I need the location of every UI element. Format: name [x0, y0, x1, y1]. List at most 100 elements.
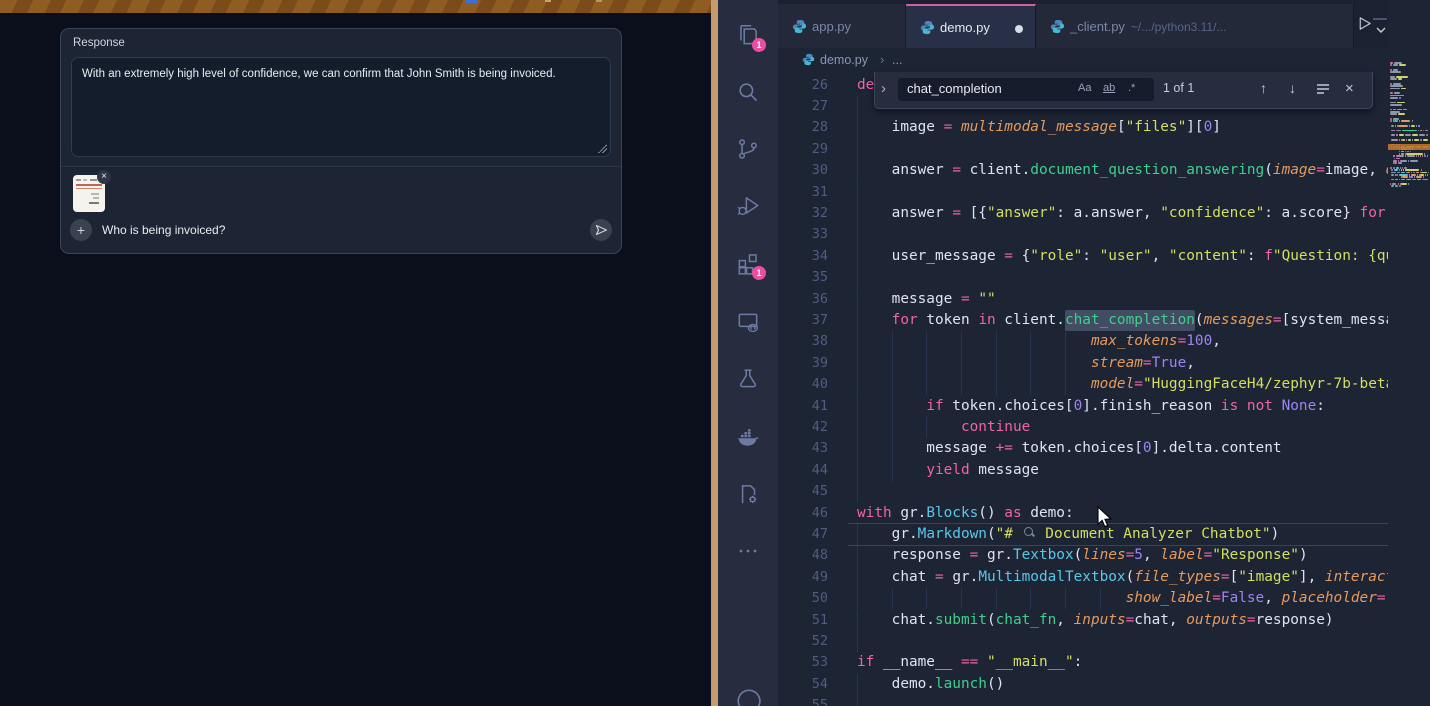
chat-input-text[interactable]: Who is being invoiced? — [102, 223, 225, 237]
minimap-line — [1410, 176, 1413, 178]
code-line-41[interactable]: if token.choices[0].finish_reason is not… — [857, 396, 1325, 417]
line-number[interactable]: 37 — [792, 310, 828, 331]
minimap-line — [1407, 172, 1410, 174]
line-number[interactable]: 40 — [792, 374, 828, 395]
find-toggle-replace-chevron[interactable]: › — [881, 80, 886, 97]
code-line-28[interactable]: image = multimodal_message["files"][0] — [857, 117, 1221, 138]
activity-account-icon[interactable] — [735, 687, 761, 706]
code-line-53[interactable]: if __name__ == "__main__": — [857, 652, 1082, 673]
modified-dot-icon[interactable] — [1015, 25, 1023, 33]
line-number[interactable]: 33 — [792, 224, 828, 245]
line-number[interactable]: 51 — [792, 610, 828, 631]
line-number[interactable]: 36 — [792, 289, 828, 310]
line-number[interactable]: 29 — [792, 139, 828, 160]
code-line-30[interactable]: answer = client.document_question_answer… — [857, 160, 1388, 181]
minimap[interactable] — [1388, 0, 1430, 706]
code-line-32[interactable]: answer = [{"answer": a.answer, "confiden… — [857, 203, 1388, 224]
line-number[interactable]: 44 — [792, 460, 828, 481]
breadcrumb-file[interactable]: demo.py — [820, 53, 868, 67]
find-close-button[interactable]: × — [1345, 80, 1354, 97]
activity-source-control-icon[interactable] — [735, 136, 761, 162]
code-line-49[interactable]: chat = gr.MultimodalTextbox(file_types=[… — [857, 567, 1388, 588]
line-number[interactable]: 41 — [792, 396, 828, 417]
code-line-50[interactable]: show_label=False, placeholder= — [857, 588, 1386, 609]
activity-run-and-debug-icon[interactable] — [735, 193, 761, 219]
line-number[interactable]: 47 — [792, 524, 828, 545]
activity-remote-explorer-icon[interactable] — [735, 309, 761, 335]
minimap-line — [1425, 130, 1428, 132]
line-number[interactable]: 28 — [792, 117, 828, 138]
activity-more-icon[interactable] — [735, 538, 761, 564]
remove-attachment-button[interactable]: × — [97, 170, 111, 184]
send-button[interactable] — [590, 219, 612, 241]
line-number[interactable]: 42 — [792, 417, 828, 438]
code-line-40[interactable]: model="HuggingFaceH4/zephyr-7b-beta", — [857, 374, 1388, 395]
line-number[interactable]: 34 — [792, 246, 828, 267]
minimap-line — [1417, 179, 1421, 181]
window-divider[interactable] — [711, 0, 718, 706]
code-line-46[interactable]: with gr.Blocks() as demo: — [857, 503, 1074, 524]
code-line-38[interactable]: max_tokens=100, — [857, 331, 1221, 352]
line-number[interactable]: 49 — [792, 567, 828, 588]
code-line-36[interactable]: message = "" — [857, 289, 996, 310]
line-number[interactable]: 26 — [792, 75, 828, 96]
line-number[interactable]: 43 — [792, 438, 828, 459]
code-line-43[interactable]: message += token.choices[0].delta.conten… — [857, 438, 1282, 459]
line-number[interactable]: 45 — [792, 481, 828, 502]
minimap-line — [1405, 151, 1406, 153]
response-textarea[interactable]: With an extremely high level of confiden… — [71, 57, 611, 157]
minimap-line — [1413, 179, 1416, 181]
find-previous-button[interactable]: ↑ — [1260, 80, 1267, 96]
line-number[interactable]: 55 — [792, 695, 828, 706]
line-number[interactable]: 32 — [792, 203, 828, 224]
minimap-line — [1405, 155, 1406, 157]
line-number[interactable]: 46 — [792, 503, 828, 524]
tab-client-py[interactable]: _client.py~/.../python3.11/... — [1036, 4, 1354, 48]
minimap-line — [1390, 104, 1402, 106]
minimap-line — [1390, 85, 1403, 87]
find-next-button[interactable]: ↓ — [1289, 80, 1296, 96]
code-line-39[interactable]: stream=True, — [857, 353, 1195, 374]
line-number[interactable]: 52 — [792, 631, 828, 652]
activity-testing-icon[interactable] — [735, 366, 761, 392]
code-line-34[interactable]: user_message = {"role": "user", "content… — [857, 246, 1388, 267]
whole-word-button[interactable]: ab — [1103, 82, 1115, 94]
code-line-51[interactable]: chat.submit(chat_fn, inputs=chat, output… — [857, 610, 1334, 631]
find-widget-sash[interactable] — [1373, 18, 1387, 20]
regex-button[interactable]: .* — [1128, 82, 1135, 94]
find-query-text[interactable]: chat_completion — [907, 81, 1002, 96]
code-line-54[interactable]: demo.launch() — [857, 674, 1004, 695]
resize-handle-icon[interactable] — [598, 144, 607, 153]
line-number[interactable]: 31 — [792, 182, 828, 203]
tab-app-py[interactable]: app.py — [778, 4, 906, 48]
breadcrumb-symbol[interactable]: ... — [892, 53, 902, 67]
run-dropdown-chevron-icon[interactable] — [1376, 21, 1386, 39]
activity-docker-icon[interactable] — [735, 424, 761, 450]
line-number[interactable]: 53 — [792, 652, 828, 673]
run-python-file-button[interactable] — [1356, 15, 1373, 37]
find-in-selection-button[interactable] — [1316, 82, 1330, 98]
line-number[interactable]: 27 — [792, 96, 828, 117]
code-line-37[interactable]: for token in client.chat_completion(mess… — [857, 310, 1388, 331]
activity-search-icon[interactable] — [735, 79, 761, 105]
line-number[interactable]: 30 — [792, 160, 828, 181]
line-number[interactable]: 39 — [792, 353, 828, 374]
activity-file-settings-icon[interactable] — [735, 481, 761, 507]
activity-extensions-icon[interactable]: 1 — [735, 250, 761, 276]
activity-explorer-icon[interactable]: 1 — [735, 22, 761, 48]
match-case-button[interactable]: Aa — [1078, 82, 1091, 94]
line-number[interactable]: 38 — [792, 331, 828, 352]
code-editor[interactable]: 2627282930313233343536373839404142434445… — [778, 72, 1388, 706]
tab-demo-py[interactable]: demo.py — [906, 4, 1036, 48]
code-line-48[interactable]: response = gr.Textbox(lines=5, label="Re… — [857, 545, 1308, 566]
add-file-button[interactable]: + — [70, 219, 92, 241]
line-number[interactable]: 54 — [792, 674, 828, 695]
code-line-44[interactable]: yield message — [857, 460, 1039, 481]
find-input[interactable]: chat_completion Aa ab .* — [898, 78, 1154, 101]
line-number[interactable]: 50 — [792, 588, 828, 609]
code-line-42[interactable]: continue — [857, 417, 1030, 438]
line-number[interactable]: 48 — [792, 545, 828, 566]
breadcrumb[interactable]: demo.py › ... — [778, 48, 1430, 72]
line-number[interactable]: 35 — [792, 267, 828, 288]
code-line-47[interactable]: gr.Markdown("# Document Analyzer Chatbot… — [857, 524, 1279, 545]
